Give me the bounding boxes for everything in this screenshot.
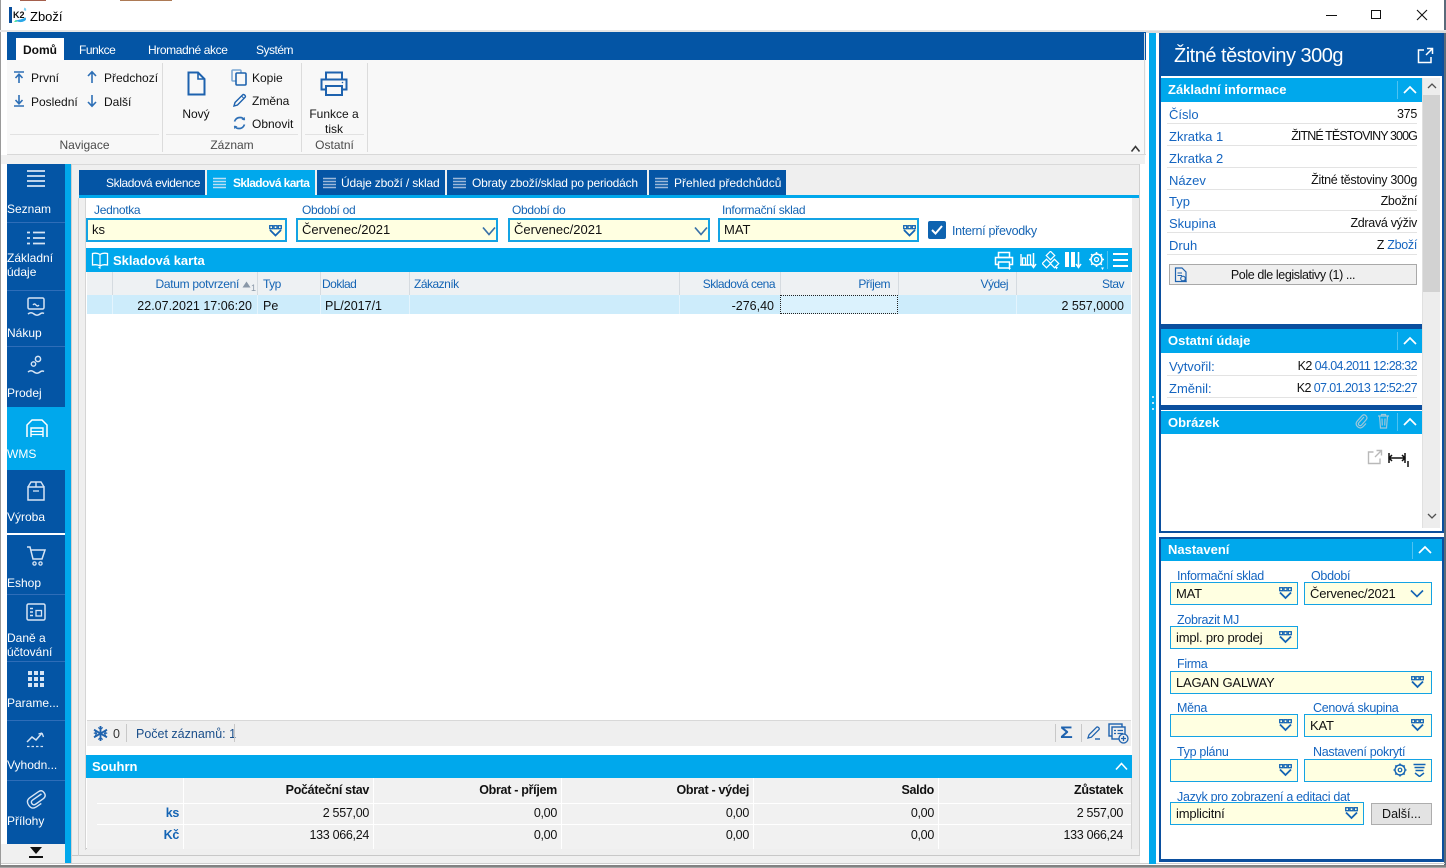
svg-text:K2: K2 <box>13 10 25 20</box>
